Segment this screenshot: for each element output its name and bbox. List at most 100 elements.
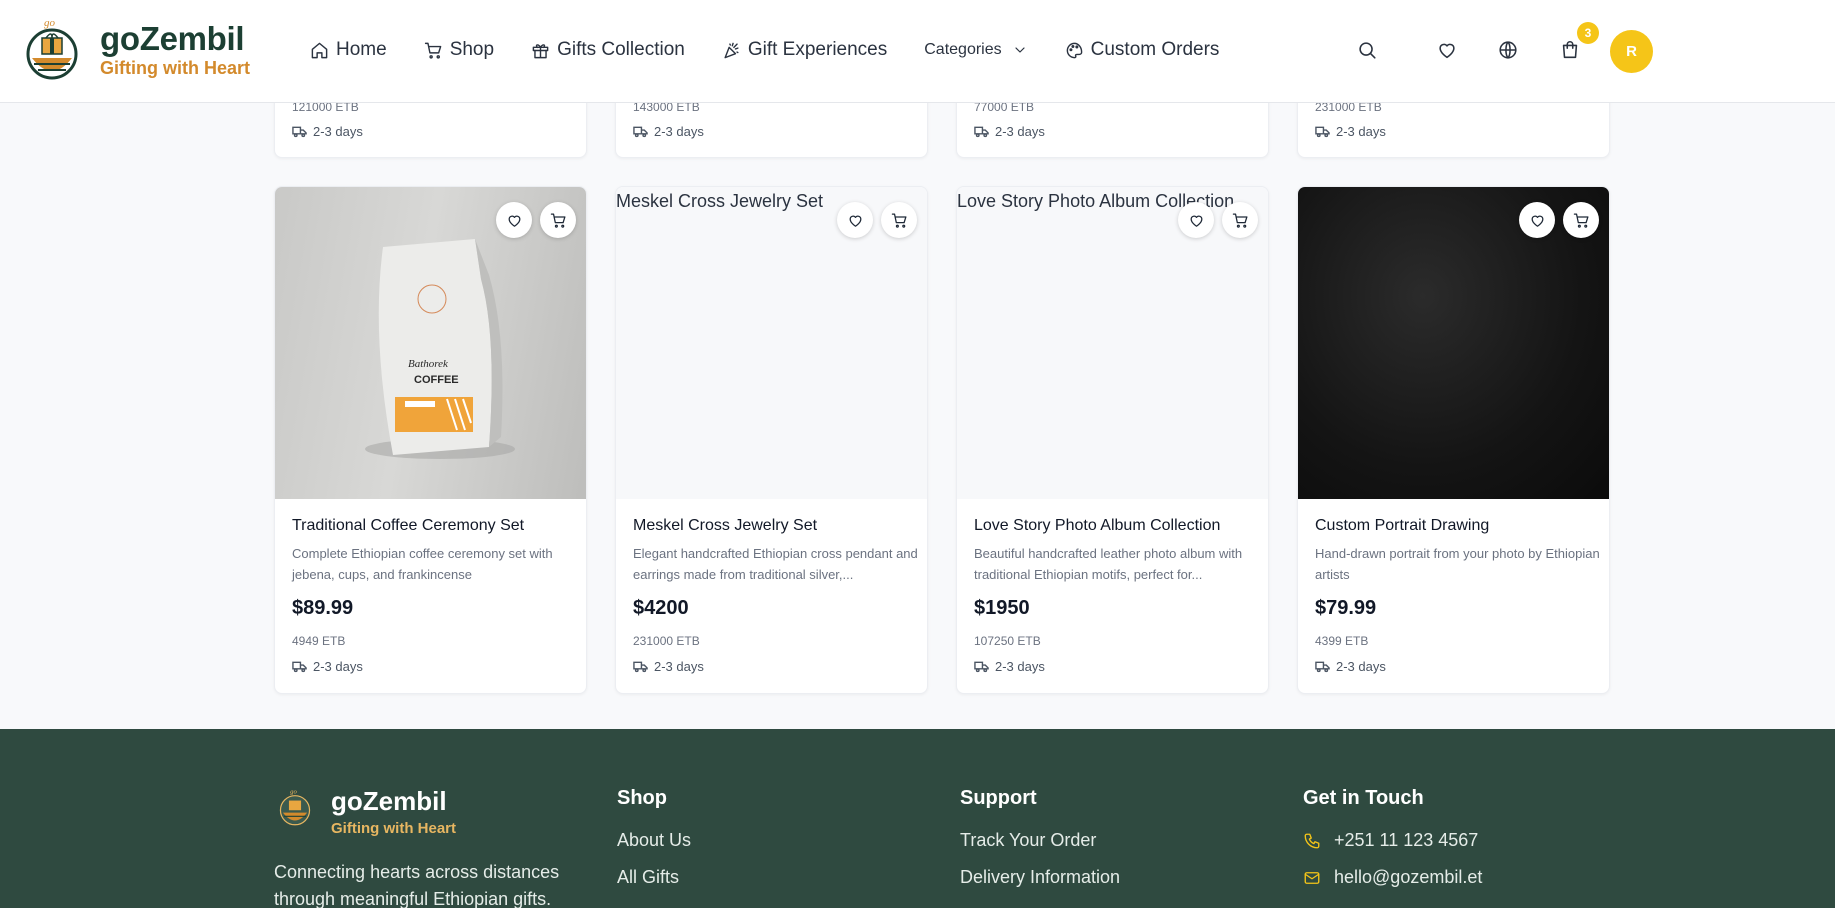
shipping-time: 2-3 days — [633, 659, 704, 674]
footer-link-delivery-info[interactable]: Delivery Information — [960, 867, 1120, 888]
footer-contact-column: Get in Touch +251 11 123 4567 hello@goze… — [1303, 787, 1482, 904]
product-card-coffee-ceremony[interactable]: Bathorek COFFEE Traditional Coffee Cerem… — [274, 186, 587, 694]
footer-brand-tagline: Gifting with Heart — [331, 820, 456, 837]
cart-icon — [1573, 212, 1589, 228]
footer-link-about-us[interactable]: About Us — [617, 830, 691, 851]
add-to-cart-button[interactable] — [540, 202, 576, 238]
footer-email[interactable]: hello@gozembil.et — [1303, 867, 1482, 888]
footer-shop-heading: Shop — [617, 787, 667, 809]
product-title[interactable]: Traditional Coffee Ceremony Set — [292, 517, 524, 535]
footer-support-column: Support Track Your Order Delivery Inform… — [960, 787, 1120, 904]
price-etb: 4399 ETB — [1315, 634, 1369, 648]
nav-home[interactable]: Home — [310, 39, 387, 61]
heart-icon — [508, 215, 520, 227]
price-etb: 107250 ETB — [974, 634, 1041, 648]
footer-email-text: hello@gozembil.et — [1334, 867, 1483, 887]
product-image[interactable]: Bathorek COFFEE — [275, 187, 586, 499]
cart-icon — [550, 212, 566, 228]
nav-gift-experiences-label: Gift Experiences — [747, 39, 888, 60]
heart-icon — [1190, 215, 1202, 227]
product-title[interactable]: Custom Portrait Drawing — [1315, 517, 1489, 535]
shipping-time-text: 2-3 days — [654, 659, 704, 674]
bag-brand-text: Bathorek — [408, 358, 449, 370]
shipping-time-text: 2-3 days — [313, 659, 363, 674]
truck-icon — [292, 126, 307, 138]
footer-link-all-gifts[interactable]: All Gifts — [617, 867, 691, 888]
shipping-time: 2-3 days — [974, 124, 1045, 139]
price-etb: 4949 ETB — [292, 634, 346, 648]
footer-logo[interactable]: go — [278, 786, 312, 826]
mail-icon — [1304, 871, 1320, 884]
cart-button[interactable] — [1559, 39, 1581, 61]
nav-categories-label: Categories — [924, 41, 1002, 58]
product-title[interactable]: Meskel Cross Jewelry Set — [633, 517, 817, 535]
wishlist-button[interactable] — [496, 202, 532, 238]
party-popper-icon — [724, 42, 739, 58]
bag-coffee-text: COFFEE — [414, 374, 459, 386]
wishlist-button[interactable] — [837, 202, 873, 238]
product-price: $79.99 — [1315, 597, 1377, 619]
product-price: $89.99 — [292, 597, 354, 619]
globe-icon — [1499, 41, 1517, 59]
search-button[interactable] — [1356, 39, 1378, 61]
price-etb: 231000 ETB — [633, 634, 700, 648]
brand-tagline: Gifting with Heart — [100, 58, 250, 78]
nav-categories-dropdown[interactable]: Categories — [924, 41, 1027, 59]
add-to-cart-button[interactable] — [1222, 202, 1258, 238]
shipping-time-text: 2-3 days — [1336, 659, 1386, 674]
shopping-bag-icon — [1562, 41, 1578, 59]
broken-image-alt-text: Meskel Cross Jewelry Set — [616, 191, 824, 211]
cart-icon — [1232, 212, 1248, 228]
footer-link-track-order[interactable]: Track Your Order — [960, 830, 1120, 851]
shipping-time: 2-3 days — [1315, 124, 1386, 139]
add-to-cart-button[interactable] — [881, 202, 917, 238]
shipping-time: 2-3 days — [1315, 659, 1386, 674]
gift-icon — [532, 43, 549, 58]
footer-phone-text: +251 11 123 4567 — [1334, 830, 1479, 850]
cart-count-badge: 3 — [1577, 22, 1599, 44]
brand-logo[interactable]: go — [24, 14, 80, 80]
truck-icon — [1315, 126, 1330, 138]
truck-icon — [974, 661, 989, 673]
cart-icon — [424, 42, 442, 59]
shipping-time: 2-3 days — [292, 659, 363, 674]
shipping-time: 2-3 days — [974, 659, 1045, 674]
heart-icon — [849, 215, 861, 227]
nav-custom-orders[interactable]: Custom Orders — [1065, 39, 1219, 61]
truck-icon — [1315, 661, 1330, 673]
product-card-photo-album[interactable]: Love Story Photo Album Collection Love S… — [956, 186, 1269, 694]
shipping-time-text: 2-3 days — [995, 124, 1045, 139]
language-button[interactable] — [1497, 39, 1519, 61]
heart-icon — [1531, 215, 1543, 227]
nav-shop[interactable]: Shop — [424, 39, 494, 61]
shipping-time: 2-3 days — [292, 124, 363, 139]
add-to-cart-button[interactable] — [1563, 202, 1599, 238]
truck-icon — [974, 126, 989, 138]
product-image[interactable]: Love Story Photo Album Collection — [957, 187, 1268, 499]
product-description: Hand-drawn portrait from your photo by E… — [1315, 546, 1600, 582]
nav-shop-label: Shop — [449, 39, 495, 60]
product-image[interactable]: Meskel Cross Jewelry Set — [616, 187, 927, 499]
shipping-time-text: 2-3 days — [995, 659, 1045, 674]
cart-icon — [891, 212, 907, 228]
product-description: Beautiful handcrafted leather photo albu… — [974, 546, 1243, 582]
footer-phone[interactable]: +251 11 123 4567 — [1303, 830, 1482, 851]
nav-gift-experiences[interactable]: Gift Experiences — [722, 39, 887, 61]
wishlist-button[interactable] — [1178, 202, 1214, 238]
logo-go-text: go — [290, 788, 297, 795]
nav-gifts-collection[interactable]: Gifts Collection — [531, 39, 685, 61]
product-description: Elegant handcrafted Ethiopian cross pend… — [633, 546, 918, 582]
product-card-meskel-cross[interactable]: Meskel Cross Jewelry Set Meskel Cross Je… — [615, 186, 928, 694]
product-card-custom-portrait[interactable]: Custom Portrait Drawing Hand-drawn portr… — [1297, 186, 1610, 694]
wishlist-button[interactable] — [1519, 202, 1555, 238]
user-avatar[interactable]: R — [1610, 30, 1653, 73]
product-image[interactable] — [1298, 187, 1609, 499]
site-footer: go goZembil Gifting with Heart Connectin… — [0, 729, 1835, 908]
brand-name[interactable]: goZembil — [100, 20, 245, 58]
product-title[interactable]: Love Story Photo Album Collection — [974, 517, 1220, 535]
footer-brand-name: goZembil — [331, 786, 447, 816]
product-price: $1950 — [974, 597, 1030, 619]
wishlist-button[interactable] — [1436, 39, 1458, 61]
site-header: go goZembil Gifting with Heart Home Shop… — [0, 0, 1835, 103]
nav-home-label: Home — [336, 39, 387, 60]
